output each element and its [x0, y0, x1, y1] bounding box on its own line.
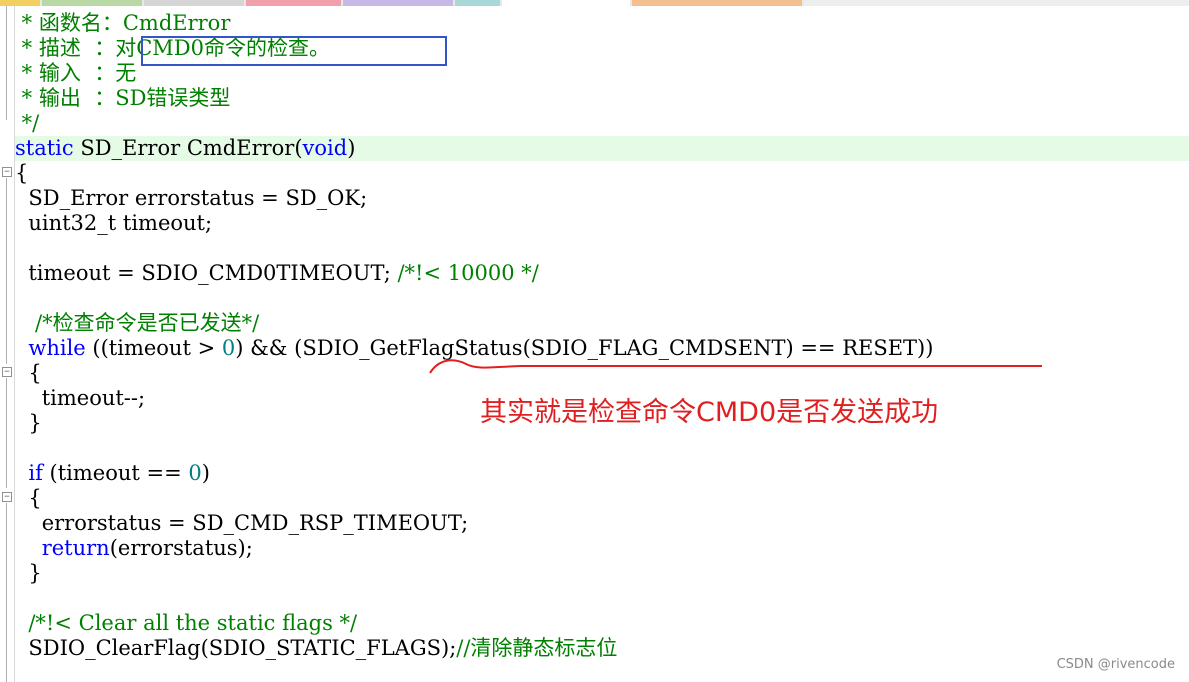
annotation-text: 其实就是检查命令CMD0是否发送成功 [480, 397, 939, 428]
watermark: CSDN @rivencode [1056, 657, 1175, 672]
annotation-underline [429, 359, 1042, 374]
